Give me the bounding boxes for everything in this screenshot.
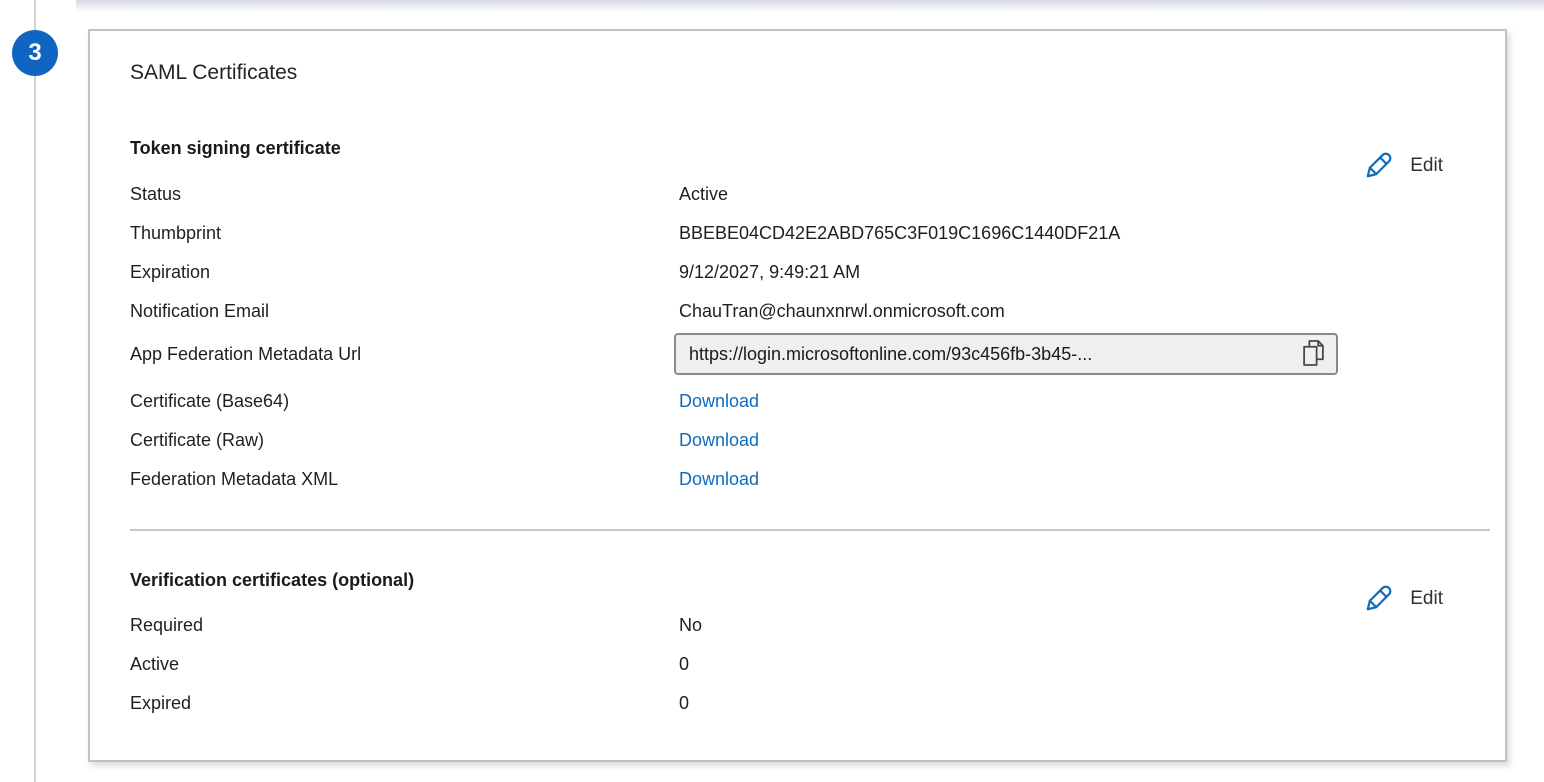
field-row-active: Active 0	[130, 645, 1465, 684]
download-raw-link[interactable]: Download	[679, 430, 759, 451]
field-value: 0	[679, 654, 689, 675]
field-label: Federation Metadata XML	[130, 469, 679, 490]
metadata-url-label: App Federation Metadata Url	[130, 341, 361, 367]
field-row-thumbprint: Thumbprint BBEBE04CD42E2ABD765C3F019C169…	[130, 214, 1465, 253]
field-label: Thumbprint	[130, 223, 679, 244]
card-title: SAML Certificates	[130, 59, 297, 87]
field-label: Active	[130, 654, 679, 675]
metadata-url-box[interactable]: https://login.microsoftonline.com/93c456…	[674, 333, 1338, 375]
download-base64-link[interactable]: Download	[679, 391, 759, 412]
field-value: BBEBE04CD42E2ABD765C3F019C1696C1440DF21A	[679, 223, 1120, 244]
verification-certificates-heading: Verification certificates (optional)	[130, 568, 414, 592]
field-value: Active	[679, 184, 728, 205]
field-row-expiration: Expiration 9/12/2027, 9:49:21 AM	[130, 253, 1465, 292]
token-signing-heading: Token signing certificate	[130, 136, 341, 160]
field-value: 9/12/2027, 9:49:21 AM	[679, 262, 860, 283]
step-number-badge: 3	[12, 30, 58, 76]
field-row-required: Required No	[130, 606, 1465, 645]
field-value: 0	[679, 693, 689, 714]
field-row-notification-email: Notification Email ChauTran@chaunxnrwl.o…	[130, 292, 1465, 331]
saml-certificates-card: SAML Certificates Token signing certific…	[88, 29, 1507, 762]
edit-button-label: Edit	[1410, 155, 1443, 177]
field-label: Certificate (Base64)	[130, 391, 679, 412]
certificate-download-rows: Certificate (Base64) Download Certificat…	[130, 382, 1465, 499]
field-row-expired: Expired 0	[130, 684, 1465, 723]
section-divider	[130, 529, 1490, 531]
download-row-federation-metadata: Federation Metadata XML Download	[130, 460, 1465, 499]
field-label: Expired	[130, 693, 679, 714]
token-signing-fields: Status Active Thumbprint BBEBE04CD42E2AB…	[130, 175, 1465, 331]
step-number: 3	[28, 39, 41, 67]
download-row-base64: Certificate (Base64) Download	[130, 382, 1465, 421]
previous-card-bottom-edge	[76, 0, 1544, 12]
field-label: Notification Email	[130, 301, 679, 322]
download-federation-metadata-link[interactable]: Download	[679, 469, 759, 490]
download-row-raw: Certificate (Raw) Download	[130, 421, 1465, 460]
verification-fields: Required No Active 0 Expired 0	[130, 606, 1465, 723]
field-label: Certificate (Raw)	[130, 430, 679, 451]
field-label: Status	[130, 184, 679, 205]
field-label: Required	[130, 615, 679, 636]
metadata-url-value: https://login.microsoftonline.com/93c456…	[689, 344, 1293, 365]
copy-icon	[1301, 339, 1326, 370]
step-connector-line	[34, 0, 36, 782]
copy-url-button[interactable]	[1293, 339, 1326, 370]
field-row-status: Status Active	[130, 175, 1465, 214]
field-label: Expiration	[130, 262, 679, 283]
field-value: ChauTran@chaunxnrwl.onmicrosoft.com	[679, 301, 1005, 322]
field-value: No	[679, 615, 702, 636]
